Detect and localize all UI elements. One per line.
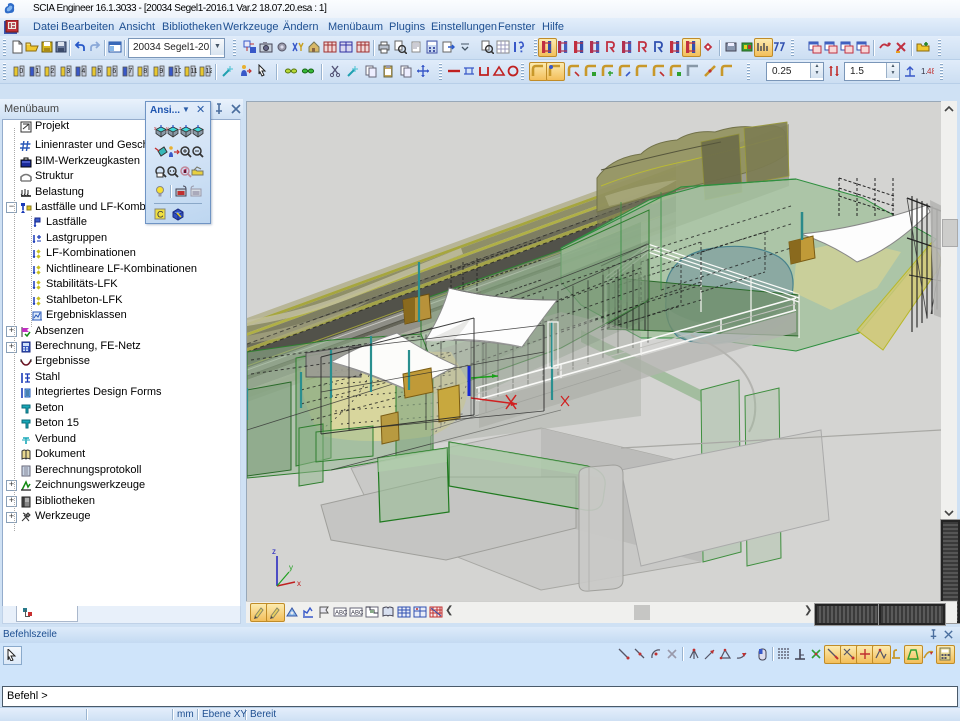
svg-text:C: C [157,210,164,220]
svg-text:7: 7 [128,68,132,75]
svg-text:2: 2 [50,68,54,75]
svg-text:48: 48 [927,67,934,76]
svg-text:3: 3 [66,68,70,75]
svg-text:ABC: ABC [351,611,363,617]
svg-text:6: 6 [112,68,116,75]
svg-text:5: 5 [97,68,101,75]
svg-text:y: y [289,563,293,572]
svg-text:10: 10 [174,68,181,75]
svg-text:0: 0 [19,68,23,75]
svg-text:1: 1 [35,68,39,75]
svg-text:8: 8 [143,68,147,75]
svg-text:11: 11 [190,68,197,75]
svg-text:9: 9 [159,68,163,75]
svg-text:ABC: ABC [335,611,347,617]
svg-text:12: 12 [205,68,212,75]
svg-text:x: x [297,579,301,588]
svg-text:4: 4 [81,68,85,75]
svg-text:z: z [272,547,276,556]
